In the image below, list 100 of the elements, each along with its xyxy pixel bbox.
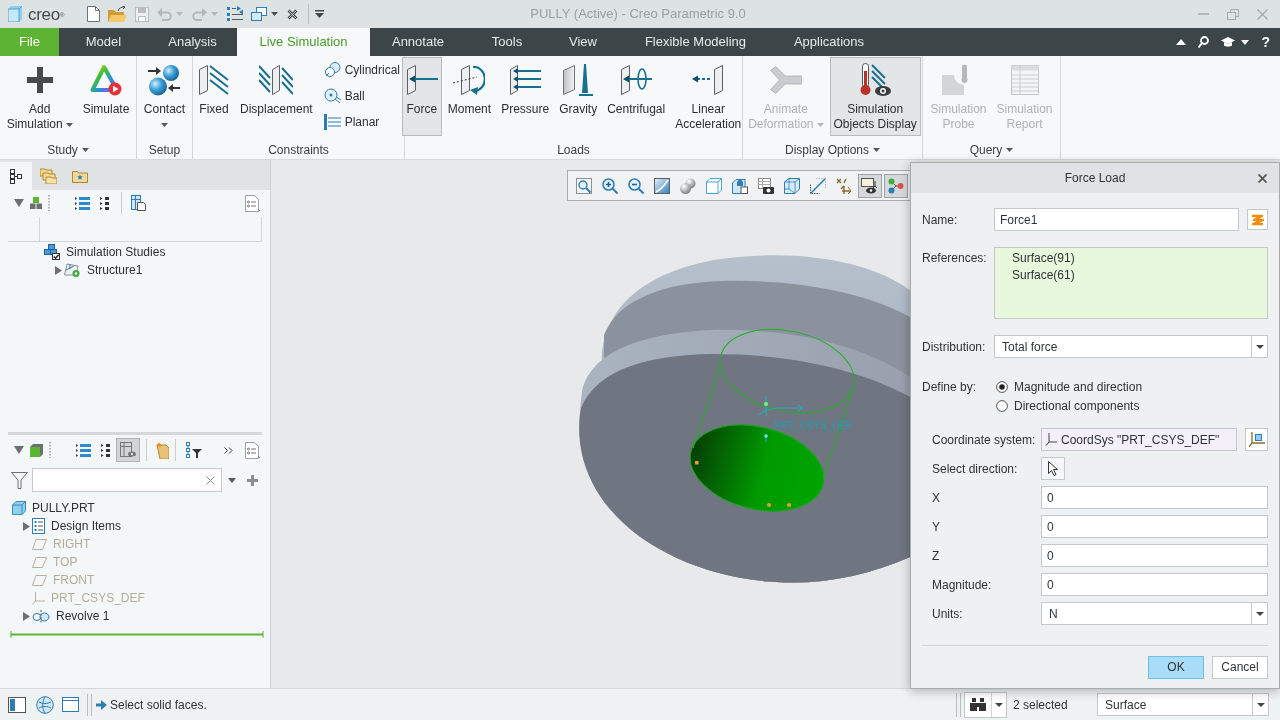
menu-tab[interactable]: Annotate — [370, 28, 466, 56]
tree-item[interactable]: Simulation Studies — [66, 243, 166, 261]
note-star-icon[interactable] — [155, 441, 169, 459]
x-mark-icon[interactable] — [287, 8, 298, 20]
view-tool-button[interactable] — [858, 173, 882, 198]
find-button[interactable] — [964, 691, 1007, 718]
panel-layout-icon[interactable] — [8, 696, 26, 713]
ribbon-button[interactable]: Gravity — [555, 57, 602, 136]
reference-item[interactable]: Surface(61) — [1012, 267, 1075, 284]
plate-ring-arrow-icon — [620, 64, 653, 96]
ribbon-button[interactable]: Displacement — [235, 57, 317, 136]
caret-icon — [1006, 148, 1014, 152]
ribbon-button[interactable]: Simulation Objects Display — [829, 57, 921, 136]
caret-bar-icon[interactable] — [315, 10, 324, 18]
caret-icon[interactable] — [14, 446, 24, 454]
globe-icon[interactable] — [36, 695, 54, 714]
menu-tab[interactable]: Flexible Modeling — [618, 28, 773, 56]
ribbon-button[interactable]: Simulate — [78, 57, 134, 136]
spheres-icon — [680, 177, 696, 194]
group-menu-button[interactable]: Query — [969, 141, 1014, 159]
new-file-icon[interactable] — [87, 6, 100, 22]
reference-item[interactable]: Surface(91) — [1012, 250, 1075, 267]
menu-tab[interactable]: Tools — [466, 28, 548, 56]
tree-filter-icon[interactable] — [186, 442, 202, 458]
radio-icon[interactable] — [996, 399, 1008, 412]
window-icon[interactable] — [62, 697, 79, 712]
collapse-list-icon[interactable] — [100, 195, 111, 211]
dialog-button[interactable]: OK — [1148, 655, 1204, 679]
table-page-icon[interactable] — [131, 195, 146, 211]
radio-label[interactable]: Directional components — [1014, 396, 1140, 415]
thermometer-eye-icon — [859, 63, 892, 97]
tree-item[interactable]: PULLY.PRT — [32, 499, 95, 517]
cube-icon — [12, 501, 26, 515]
input-field[interactable]: 0 — [1041, 486, 1268, 509]
open-folder-icon[interactable] — [108, 6, 127, 22]
filter-field[interactable] — [32, 468, 222, 492]
chevron-up-icon[interactable] — [1176, 39, 1187, 45]
page-list-icon[interactable] — [245, 441, 260, 459]
coordinate-pick-button[interactable] — [1245, 428, 1268, 451]
collapse-list-icon[interactable] — [101, 442, 112, 458]
clear-icon[interactable] — [206, 475, 215, 485]
radio-label[interactable]: Magnitude and direction — [1014, 377, 1143, 396]
ribbon-button[interactable]: Planar — [320, 109, 404, 135]
input-field[interactable]: Force1 — [994, 208, 1240, 231]
funnel-icon[interactable] — [11, 471, 28, 489]
radio-icon[interactable] — [996, 380, 1008, 393]
parallelogram-icon — [32, 556, 47, 568]
ribbon-button[interactable]: Ball — [320, 83, 404, 109]
close-icon[interactable] — [1257, 173, 1267, 183]
menu-tab[interactable]: Model — [59, 28, 148, 56]
ribbon-button[interactable]: Contact — [139, 57, 190, 136]
expand-arrow-icon[interactable] — [22, 611, 30, 621]
group-menu-button[interactable]: Display Options — [784, 141, 880, 159]
dialog-button[interactable]: Cancel — [1212, 655, 1268, 679]
chevrons-right-icon[interactable] — [224, 446, 233, 454]
caret-icon[interactable] — [228, 477, 236, 483]
expand-list-icon[interactable] — [75, 195, 90, 211]
diagonal-plane-icon — [810, 177, 826, 194]
windows-icon[interactable] — [251, 7, 267, 21]
cubes-check-icon — [44, 244, 60, 260]
ribbon-button[interactable]: Centrifugal — [603, 57, 670, 136]
ribbon-button[interactable]: Linear Acceleration — [671, 57, 746, 136]
ribbon-button[interactable]: Fixed — [193, 57, 234, 136]
ribbon-button[interactable]: Pressure — [497, 57, 554, 136]
graduation-cap-icon[interactable] — [1221, 37, 1236, 47]
revolve-icon — [32, 609, 50, 623]
dropdown[interactable]: Total force — [994, 335, 1268, 358]
expand-arrow-icon[interactable] — [22, 521, 30, 531]
input-field[interactable]: 0 — [1041, 544, 1268, 567]
tree-item[interactable]: Design Items — [51, 517, 122, 535]
help-button[interactable]: ? — [1261, 35, 1270, 49]
caret-icon[interactable] — [271, 12, 278, 16]
insert-line-icon[interactable] — [10, 631, 264, 638]
references-list[interactable]: Surface(91) Surface(61) — [994, 247, 1268, 319]
plate-spike-icon — [563, 64, 594, 96]
caret-icon[interactable] — [1241, 39, 1250, 45]
page-list-icon[interactable] — [245, 194, 260, 212]
input-field[interactable]: 0 — [1041, 515, 1268, 538]
menu-tab[interactable]: View — [548, 28, 618, 56]
ribbon-button[interactable]: Add Simulation — [2, 57, 77, 136]
dropdown[interactable]: Surface — [1097, 693, 1269, 716]
search-icon[interactable] — [1198, 36, 1210, 48]
expand-arrow-icon[interactable] — [54, 265, 62, 275]
tree-item[interactable]: Revolve 1 — [56, 607, 110, 625]
panel-tab[interactable] — [0, 162, 32, 190]
name-color-button[interactable] — [1247, 209, 1268, 230]
group-menu-button[interactable]: Study — [47, 141, 89, 159]
dropdown[interactable]: N — [1041, 602, 1268, 625]
select-direction-button[interactable] — [1041, 457, 1065, 480]
menu-tab[interactable]: Analysis — [148, 28, 237, 56]
expand-list-icon[interactable] — [76, 442, 91, 458]
coordinate-system-field[interactable]: CoordSys "PRT_CSYS_DEF" — [1041, 428, 1237, 451]
ribbon-button[interactable]: Moment — [443, 57, 496, 136]
menu-tab[interactable]: Applications — [773, 28, 885, 56]
caret-icon[interactable] — [14, 199, 24, 207]
plus-icon[interactable] — [247, 474, 258, 486]
input-field[interactable]: 0 — [1041, 573, 1268, 596]
list-arrows-icon[interactable] — [227, 6, 243, 22]
tree-item[interactable]: Structure1 — [87, 261, 143, 279]
ribbon-button[interactable]: Force — [401, 57, 442, 136]
